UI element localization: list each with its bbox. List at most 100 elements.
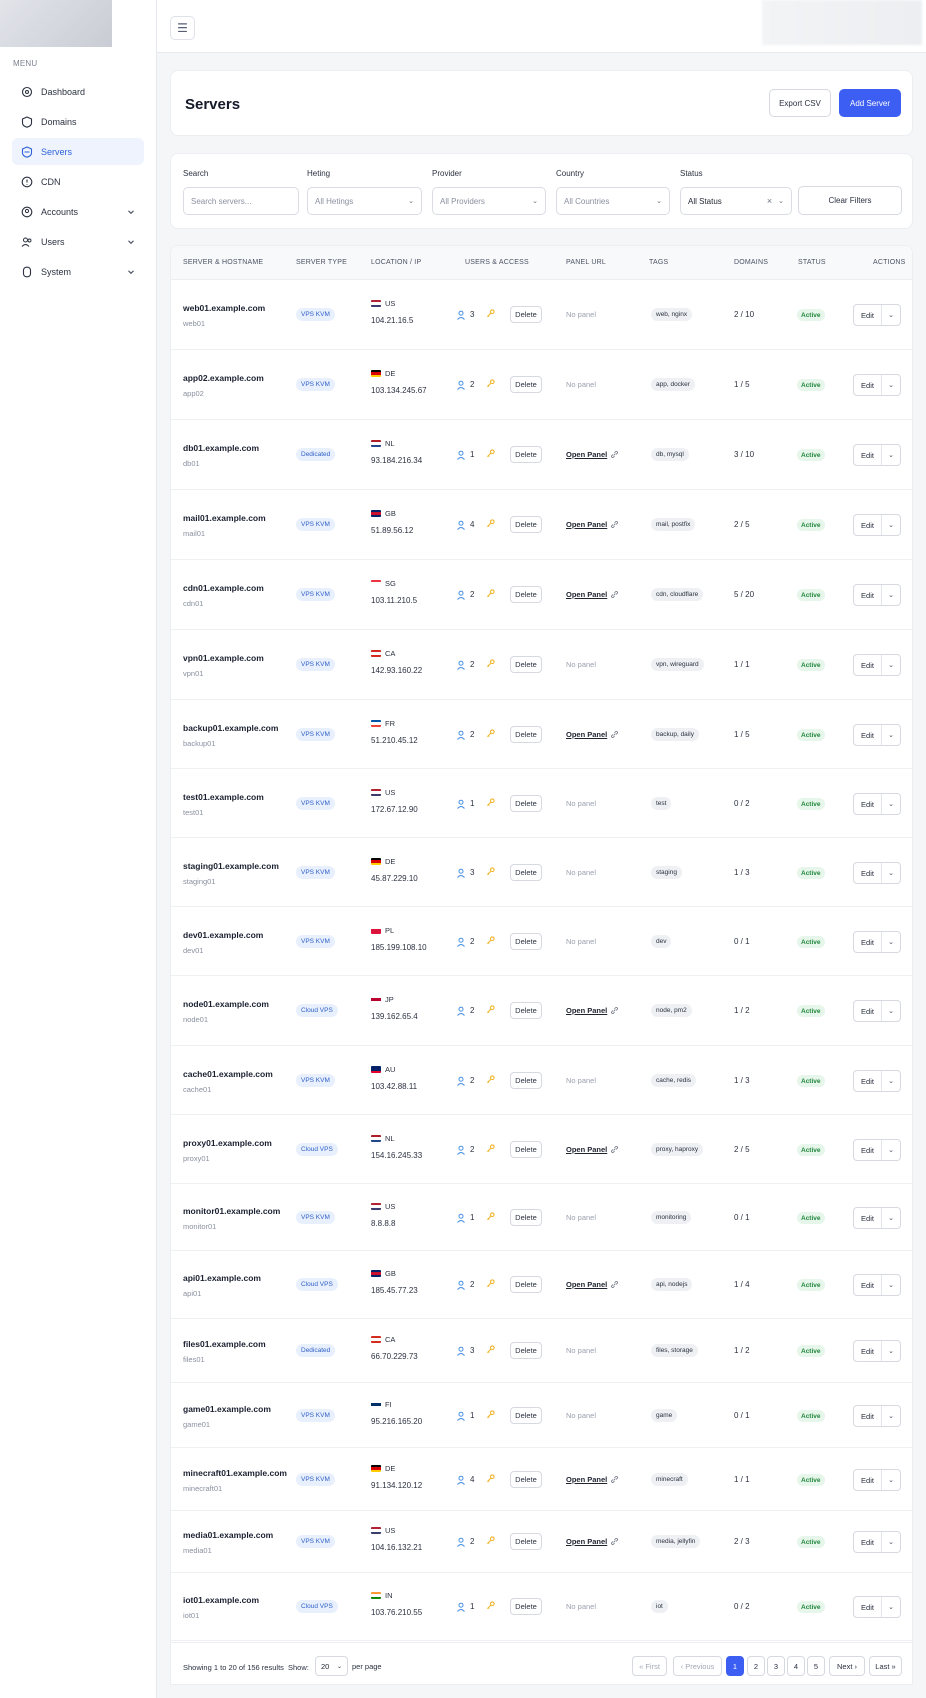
- chevron-down-icon[interactable]: ⌄: [882, 515, 900, 535]
- delete-access-button[interactable]: Delete: [510, 726, 542, 743]
- chevron-down-icon[interactable]: ⌄: [882, 1341, 900, 1361]
- server-hostname[interactable]: media01.example.com: [183, 1530, 273, 1540]
- link-icon[interactable]: [610, 1475, 619, 1484]
- delete-access-button[interactable]: Delete: [510, 1209, 542, 1226]
- key-icon[interactable]: [486, 1474, 495, 1483]
- key-icon[interactable]: [486, 798, 495, 807]
- edit-button[interactable]: Edit: [854, 1140, 882, 1160]
- server-hostname[interactable]: proxy01.example.com: [183, 1138, 272, 1148]
- server-hostname[interactable]: files01.example.com: [183, 1339, 266, 1349]
- server-hostname[interactable]: game01.example.com: [183, 1404, 271, 1414]
- server-hostname[interactable]: cdn01.example.com: [183, 583, 264, 593]
- th-host[interactable]: SERVER & HOSTNAME: [183, 259, 263, 266]
- delete-access-button[interactable]: Delete: [510, 933, 542, 950]
- clear-filters-button[interactable]: Clear Filters: [798, 186, 902, 215]
- server-hostname[interactable]: iot01.example.com: [183, 1595, 259, 1605]
- delete-access-button[interactable]: Delete: [510, 1342, 542, 1359]
- chevron-down-icon[interactable]: ⌄: [882, 1597, 900, 1617]
- delete-access-button[interactable]: Delete: [510, 1276, 542, 1293]
- edit-button[interactable]: Edit: [854, 515, 882, 535]
- edit-button[interactable]: Edit: [854, 794, 882, 814]
- open-panel-link[interactable]: Open Panel: [566, 1537, 607, 1546]
- chevron-down-icon[interactable]: ⌄: [882, 305, 900, 325]
- page-3-button[interactable]: 3: [767, 1656, 785, 1676]
- edit-button[interactable]: Edit: [854, 863, 882, 883]
- server-hostname[interactable]: api01.example.com: [183, 1273, 261, 1283]
- delete-access-button[interactable]: Delete: [510, 1072, 542, 1089]
- key-icon[interactable]: [486, 589, 495, 598]
- server-hostname[interactable]: app02.example.com: [183, 373, 264, 383]
- delete-access-button[interactable]: Delete: [510, 1598, 542, 1615]
- server-hostname[interactable]: monitor01.example.com: [183, 1206, 280, 1216]
- add-server-button[interactable]: Add Server: [839, 89, 901, 117]
- key-icon[interactable]: [486, 519, 495, 528]
- chevron-down-icon[interactable]: ⌄: [882, 1470, 900, 1490]
- chevron-down-icon[interactable]: ⌄: [882, 725, 900, 745]
- delete-access-button[interactable]: Delete: [510, 864, 542, 881]
- status-select[interactable]: All Status × ⌄: [680, 187, 792, 215]
- th-type[interactable]: SERVER TYPE: [296, 259, 347, 266]
- server-hostname[interactable]: node01.example.com: [183, 999, 269, 1009]
- delete-access-button[interactable]: Delete: [510, 516, 542, 533]
- chevron-down-icon[interactable]: ⌄: [882, 1275, 900, 1295]
- chevron-down-icon[interactable]: ⌄: [882, 1532, 900, 1552]
- delete-access-button[interactable]: Delete: [510, 306, 542, 323]
- chevron-down-icon[interactable]: ⌄: [882, 1001, 900, 1021]
- page-5-button[interactable]: 5: [807, 1656, 825, 1676]
- sidebar-item-cdn[interactable]: CDN: [12, 168, 144, 195]
- server-hostname[interactable]: web01.example.com: [183, 303, 265, 313]
- edit-button[interactable]: Edit: [854, 1001, 882, 1021]
- chevron-down-icon[interactable]: ⌄: [882, 1406, 900, 1426]
- chevron-down-icon[interactable]: ⌄: [882, 863, 900, 883]
- server-hostname[interactable]: test01.example.com: [183, 792, 264, 802]
- th-domains[interactable]: DOMAINS: [734, 259, 768, 266]
- delete-access-button[interactable]: Delete: [510, 1471, 542, 1488]
- key-icon[interactable]: [486, 379, 495, 388]
- country-select[interactable]: All Countries ⌄: [556, 187, 670, 215]
- key-icon[interactable]: [486, 1279, 495, 1288]
- clear-icon[interactable]: ×: [767, 196, 772, 206]
- open-panel-link[interactable]: Open Panel: [566, 1280, 607, 1289]
- next-page-button[interactable]: Next ›: [829, 1656, 865, 1676]
- delete-access-button[interactable]: Delete: [510, 1407, 542, 1424]
- th-tags[interactable]: TAGS: [649, 259, 668, 266]
- chevron-down-icon[interactable]: ⌄: [882, 375, 900, 395]
- key-icon[interactable]: [486, 1345, 495, 1354]
- edit-button[interactable]: Edit: [854, 1341, 882, 1361]
- link-icon[interactable]: [610, 730, 619, 739]
- edit-button[interactable]: Edit: [854, 1470, 882, 1490]
- delete-access-button[interactable]: Delete: [510, 1002, 542, 1019]
- key-icon[interactable]: [486, 936, 495, 945]
- delete-access-button[interactable]: Delete: [510, 656, 542, 673]
- th-status[interactable]: STATUS: [798, 259, 826, 266]
- key-icon[interactable]: [486, 1536, 495, 1545]
- sidebar-item-dashboard[interactable]: Dashboard: [12, 78, 144, 105]
- key-icon[interactable]: [486, 1075, 495, 1084]
- edit-button[interactable]: Edit: [854, 655, 882, 675]
- link-icon[interactable]: [610, 1537, 619, 1546]
- key-icon[interactable]: [486, 729, 495, 738]
- open-panel-link[interactable]: Open Panel: [566, 1006, 607, 1015]
- sidebar-item-domains[interactable]: Domains: [12, 108, 144, 135]
- delete-access-button[interactable]: Delete: [510, 446, 542, 463]
- edit-button[interactable]: Edit: [854, 305, 882, 325]
- key-icon[interactable]: [486, 1005, 495, 1014]
- server-hostname[interactable]: staging01.example.com: [183, 861, 279, 871]
- chevron-down-icon[interactable]: ⌄: [882, 932, 900, 952]
- open-panel-link[interactable]: Open Panel: [566, 520, 607, 529]
- delete-access-button[interactable]: Delete: [510, 376, 542, 393]
- delete-access-button[interactable]: Delete: [510, 795, 542, 812]
- edit-button[interactable]: Edit: [854, 1275, 882, 1295]
- page-1-button[interactable]: 1: [726, 1656, 744, 1676]
- server-hostname[interactable]: minecraft01.example.com: [183, 1468, 287, 1478]
- menu-toggle-button[interactable]: ☰: [170, 16, 195, 40]
- edit-button[interactable]: Edit: [854, 1532, 882, 1552]
- open-panel-link[interactable]: Open Panel: [566, 450, 607, 459]
- edit-button[interactable]: Edit: [854, 932, 882, 952]
- per-page-select[interactable]: 20 ⌄: [315, 1656, 348, 1676]
- key-icon[interactable]: [486, 1601, 495, 1610]
- open-panel-link[interactable]: Open Panel: [566, 730, 607, 739]
- key-icon[interactable]: [486, 1410, 495, 1419]
- link-icon[interactable]: [610, 1006, 619, 1015]
- sidebar-item-users[interactable]: Users: [12, 228, 144, 255]
